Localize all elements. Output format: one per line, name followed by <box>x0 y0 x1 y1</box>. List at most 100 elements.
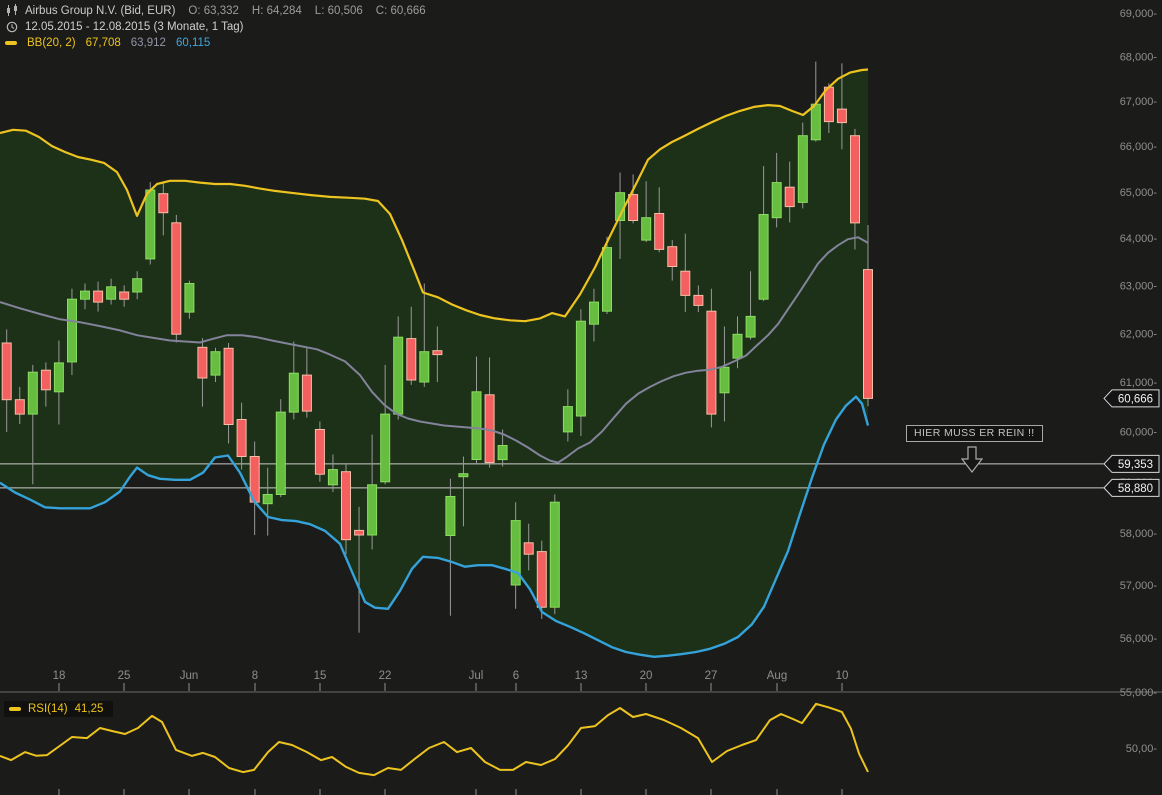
rsi-indicator-row[interactable]: RSI(14) 41,25 <box>4 701 113 717</box>
candle-body <box>302 375 311 411</box>
x-tick-label: Jul <box>469 670 484 682</box>
candle-body <box>837 109 846 123</box>
candle-body <box>15 400 24 414</box>
price-axis-label: 57,000- <box>1120 580 1158 592</box>
candle-body <box>733 334 742 358</box>
candle-body <box>824 87 833 121</box>
candle-body <box>603 248 612 312</box>
candle-body <box>28 372 37 414</box>
candle-body <box>707 311 716 414</box>
rsi-axis-label: 50,00- <box>1126 743 1158 755</box>
candle-body <box>328 470 337 485</box>
rsi-line-icon <box>9 707 21 711</box>
bb-lower-value: 60,115 <box>176 37 210 49</box>
candle-body <box>120 292 129 299</box>
candle-body <box>563 407 572 432</box>
annotation-note[interactable]: HIER MUSS ER REIN !! <box>906 425 1043 442</box>
candle-body <box>772 183 781 218</box>
price-axis-label: 65,000- <box>1120 187 1158 199</box>
candle-body <box>68 299 77 362</box>
candle-body <box>433 351 442 355</box>
ohlc-high: H: 64,284 <box>252 5 302 17</box>
candle-body <box>681 271 690 295</box>
price-axis-label: 67,000- <box>1120 96 1158 108</box>
price-axis-label: 69,000- <box>1120 8 1158 20</box>
chart-canvas[interactable]: 111825Jun81522Jul6132027Aug1069,000-68,0… <box>0 0 1162 795</box>
rsi-value: 41,25 <box>75 703 104 715</box>
x-tick-label: 15 <box>314 670 327 682</box>
ohlc-close: C: 60,666 <box>376 5 426 17</box>
candle-body <box>720 367 729 393</box>
price-axis-label: 63,000- <box>1120 280 1158 292</box>
candle-body <box>315 430 324 475</box>
bb-indicator-row[interactable]: BB(20, 2) 67,708 63,912 60,115 <box>5 35 426 50</box>
instrument-row: Airbus Group N.V. (Bid, EUR) O: 63,332 H… <box>5 3 426 18</box>
bb-line-icon <box>5 41 17 45</box>
candle-body <box>759 215 768 300</box>
x-tick-label: 22 <box>379 670 392 682</box>
candle-body <box>655 214 664 250</box>
candle-body <box>446 497 455 536</box>
price-tag-label: 59,353 <box>1118 459 1153 471</box>
candle-body <box>107 287 116 299</box>
bb-upper-value: 67,708 <box>86 37 121 49</box>
candle-body <box>198 347 207 378</box>
x-tick-label: 10 <box>836 670 849 682</box>
clock-icon <box>5 21 19 33</box>
candle-body <box>550 502 559 607</box>
candle-body <box>263 495 272 504</box>
instrument-title: Airbus Group N.V. (Bid, EUR) <box>25 5 175 17</box>
price-tag-label: 60,666 <box>1118 393 1153 405</box>
candle-body <box>41 370 50 390</box>
candle-body <box>590 302 599 324</box>
ohlc-low: L: 60,506 <box>315 5 363 17</box>
price-tag-label: 58,880 <box>1118 483 1153 495</box>
candle-body <box>159 194 168 213</box>
x-tick-label: 25 <box>118 670 131 682</box>
x-tick-label: Aug <box>767 670 787 682</box>
candle-body <box>2 343 11 400</box>
candle-body <box>276 412 285 494</box>
candle-body <box>81 291 90 299</box>
price-axis-label: 68,000- <box>1120 52 1158 64</box>
candle-body <box>237 420 246 457</box>
candle-body <box>211 352 220 375</box>
candle-body <box>472 392 481 460</box>
candle-body <box>851 136 860 223</box>
candle-body <box>133 279 142 292</box>
candle-body <box>498 446 507 460</box>
bb-label: BB(20, 2) <box>27 37 76 49</box>
x-tick-label: 8 <box>252 670 258 682</box>
chart-legend: Airbus Group N.V. (Bid, EUR) O: 63,332 H… <box>5 3 426 50</box>
candle-body <box>94 291 103 302</box>
candle-body <box>381 414 390 482</box>
price-axis-label: 55,000- <box>1120 687 1158 699</box>
candle-body <box>54 363 63 392</box>
rsi-label: RSI(14) <box>28 703 68 715</box>
candle-body <box>355 530 364 535</box>
price-axis-label: 60,000- <box>1120 427 1158 439</box>
candle-body <box>864 270 873 399</box>
x-tick-label: 13 <box>575 670 588 682</box>
candle-body <box>172 223 181 334</box>
x-tick-label: 6 <box>513 670 519 682</box>
candle-body <box>289 373 298 412</box>
candle-body <box>420 352 429 382</box>
candle-body <box>342 472 351 540</box>
candle-body <box>407 339 416 380</box>
range-row: 12.05.2015 - 12.08.2015 (3 Monate, 1 Tag… <box>5 19 426 34</box>
x-tick-label: 18 <box>53 670 66 682</box>
candle-body <box>785 187 794 206</box>
candle-body <box>394 337 403 414</box>
candle-body <box>185 284 194 313</box>
candle-body <box>798 136 807 203</box>
price-axis-label: 62,000- <box>1120 328 1158 340</box>
date-range: 12.05.2015 - 12.08.2015 (3 Monate, 1 Tag… <box>25 21 243 33</box>
x-tick-label: 20 <box>640 670 653 682</box>
price-axis-label: 64,000- <box>1120 233 1158 245</box>
down-arrow-icon[interactable] <box>958 446 986 474</box>
price-axis-label: 58,000- <box>1120 528 1158 540</box>
price-axis-label: 66,000- <box>1120 141 1158 153</box>
candle-body <box>642 218 651 240</box>
candle-body <box>576 321 585 416</box>
